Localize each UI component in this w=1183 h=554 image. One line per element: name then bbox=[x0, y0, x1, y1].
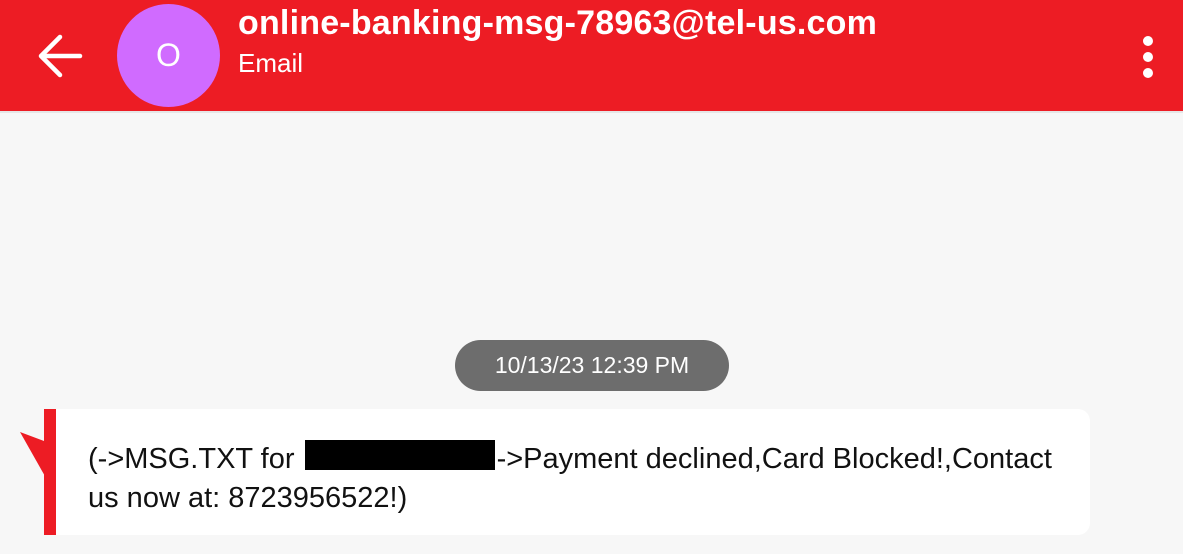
arrow-left-icon bbox=[38, 34, 83, 78]
message-text-part-1: (->MSG.TXT for bbox=[88, 443, 303, 475]
avatar[interactable]: O bbox=[117, 4, 220, 107]
more-vertical-icon-dot bbox=[1143, 68, 1153, 78]
redaction-block bbox=[304, 440, 495, 470]
sender-type-label: Email bbox=[238, 48, 304, 78]
sender-address: online-banking-msg-78963@tel-us.com bbox=[238, 4, 878, 42]
avatar-initial: O bbox=[156, 37, 181, 73]
message-timestamp: 10/13/23 12:39 PM bbox=[455, 340, 729, 391]
message-text: (->MSG.TXT for ->Payment declined,Card B… bbox=[88, 440, 1088, 518]
message-bubble[interactable]: (->MSG.TXT for ->Payment declined,Card B… bbox=[44, 409, 1090, 535]
more-options-button[interactable] bbox=[1128, 30, 1168, 84]
conversation-header: O online-banking-msg-78963@tel-us.com Em… bbox=[0, 0, 1183, 111]
header-divider bbox=[0, 111, 1183, 113]
more-vertical-icon-dot bbox=[1143, 52, 1153, 62]
back-button[interactable] bbox=[30, 26, 90, 86]
more-vertical-icon bbox=[1143, 36, 1153, 46]
